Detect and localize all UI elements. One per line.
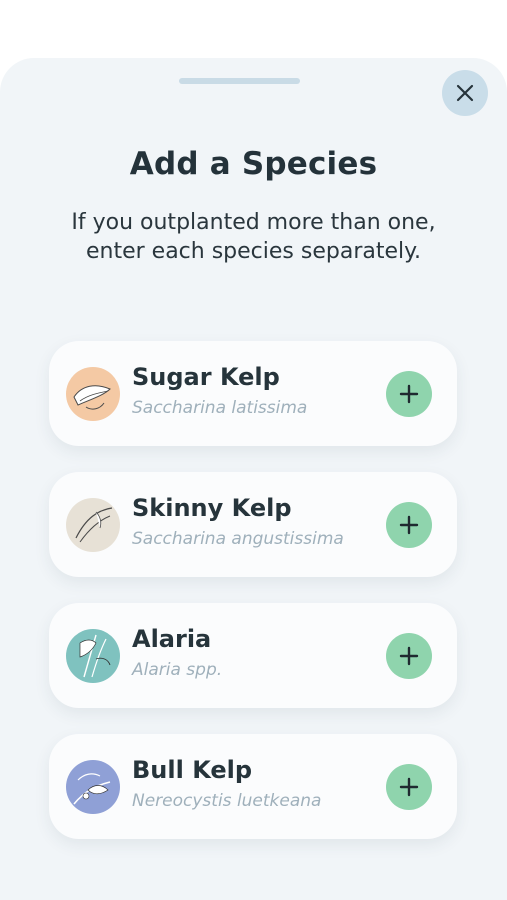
add-skinny-kelp-button[interactable]	[386, 502, 432, 548]
bull-kelp-thumbnail	[66, 760, 120, 814]
species-scientific-name: Alaria spp.	[132, 660, 223, 680]
plus-icon	[399, 646, 419, 666]
page-title: Add a Species	[129, 146, 378, 182]
close-button[interactable]	[442, 70, 488, 116]
plus-icon	[399, 515, 419, 535]
plus-icon	[399, 777, 419, 797]
species-card-alaria[interactable]: Alaria Alaria spp.	[49, 603, 457, 708]
page-subtitle: If you outplanted more than one, enter e…	[71, 210, 436, 264]
species-name: Sugar Kelp	[132, 363, 280, 391]
alaria-thumbnail	[66, 629, 120, 683]
species-scientific-name: Saccharina latissima	[132, 398, 308, 418]
add-sugar-kelp-button[interactable]	[386, 371, 432, 417]
species-scientific-name: Saccharina angustissima	[132, 529, 344, 549]
skinny-kelp-thumbnail	[66, 498, 120, 552]
species-card-sugar-kelp[interactable]: Sugar Kelp Saccharina latissima	[49, 341, 457, 446]
plus-icon	[399, 384, 419, 404]
sheet-drag-handle[interactable]	[179, 78, 300, 84]
species-card-skinny-kelp[interactable]: Skinny Kelp Saccharina angustissima	[49, 472, 457, 577]
bottom-sheet: Add a Species If you outplanted more tha…	[0, 58, 507, 900]
species-scientific-name: Nereocystis luetkeana	[132, 791, 322, 811]
add-bull-kelp-button[interactable]	[386, 764, 432, 810]
sugar-kelp-thumbnail	[66, 367, 120, 421]
species-name: Bull Kelp	[132, 756, 253, 784]
add-alaria-button[interactable]	[386, 633, 432, 679]
species-name: Alaria	[132, 625, 212, 653]
species-card-bull-kelp[interactable]: Bull Kelp Nereocystis luetkeana	[49, 734, 457, 839]
species-name: Skinny Kelp	[132, 494, 292, 522]
close-icon	[456, 84, 474, 102]
